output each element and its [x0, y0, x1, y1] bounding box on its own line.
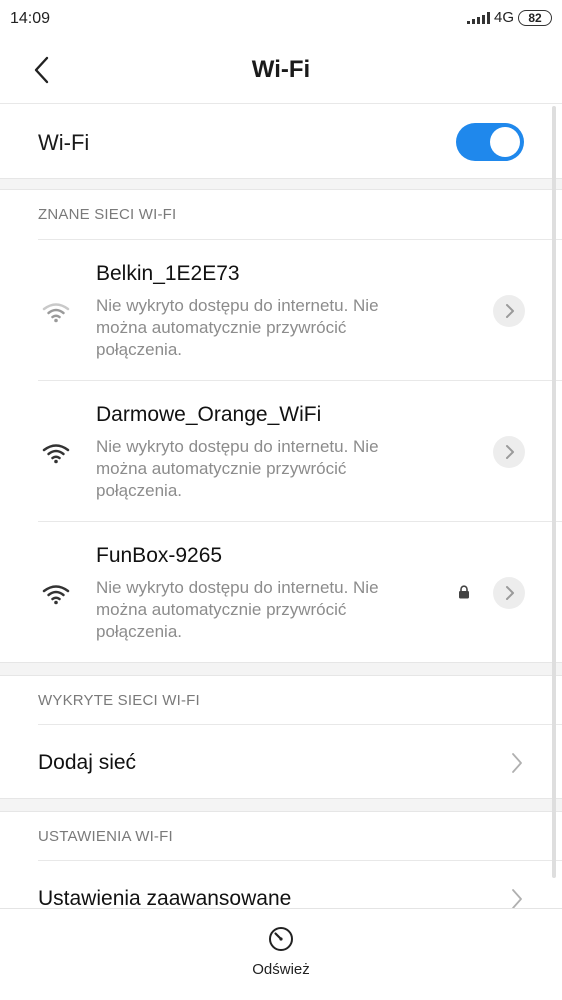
section-gap [0, 662, 562, 676]
network-name: Belkin_1E2E73 [96, 262, 240, 285]
wifi-signal-icon [42, 444, 70, 464]
section-header-detected-networks: WYKRYTE SIECI WI-FI [38, 692, 200, 709]
network-name: FunBox-9265 [96, 544, 223, 567]
network-item-belkin[interactable]: Belkin_1E2E73 Nie wykryto dostępu do int… [0, 240, 562, 380]
section-header-known-networks: ZNANE SIECI WI-FI [38, 206, 177, 223]
signal-icon [466, 11, 490, 24]
page-title: Wi-Fi [251, 56, 311, 83]
switch-knob [490, 127, 520, 157]
chevron-right-icon [506, 304, 514, 318]
section-gap [0, 178, 562, 190]
network-status: Nie wykryto dostępu do internetu. Nie mo… [96, 296, 379, 359]
status-time: 14:09 [10, 10, 51, 27]
section-gap [0, 798, 562, 812]
network-type: 4G [493, 9, 514, 26]
add-network-label: Dodaj sieć [38, 751, 137, 774]
refresh-icon [269, 927, 293, 951]
status-icons: 4G 82 [466, 9, 552, 26]
refresh-button[interactable]: Odśwież [231, 925, 331, 991]
app-bar: Wi-Fi [0, 38, 562, 103]
battery-icon: 82 [518, 9, 552, 26]
network-status: Nie wykryto dostępu do internetu. Nie mo… [96, 578, 379, 641]
network-item-funbox[interactable]: FunBox-9265 Nie wykryto dostępu do inter… [0, 522, 562, 662]
wifi-toggle-row: Wi-Fi [0, 104, 562, 178]
add-network-row[interactable]: Dodaj sieć [0, 725, 562, 799]
network-name: Darmowe_Orange_WiFi [96, 403, 322, 426]
status-bar: 14:09 4G 82 [0, 0, 562, 38]
bottom-action-bar: Odśwież [0, 908, 562, 1000]
lock-icon [459, 585, 469, 599]
scrollbar[interactable] [552, 106, 556, 878]
refresh-label: Odśwież [252, 961, 310, 978]
wifi-toggle-label: Wi-Fi [38, 130, 90, 155]
network-details-button[interactable] [493, 577, 525, 609]
wifi-toggle-switch[interactable] [456, 123, 524, 161]
network-status: Nie wykryto dostępu do internetu. Nie mo… [96, 437, 379, 500]
chevron-right-icon [506, 445, 514, 459]
chevron-right-icon [512, 889, 522, 909]
network-details-button[interactable] [493, 436, 525, 468]
section-header-wifi-settings: USTAWIENIA WI-FI [38, 828, 173, 845]
chevron-right-icon [512, 753, 522, 773]
wifi-signal-icon [42, 303, 70, 323]
network-details-button[interactable] [493, 295, 525, 327]
network-item-darmowe-orange[interactable]: Darmowe_Orange_WiFi Nie wykryto dostępu … [0, 381, 562, 521]
wifi-signal-icon [42, 585, 70, 605]
chevron-right-icon [506, 586, 514, 600]
